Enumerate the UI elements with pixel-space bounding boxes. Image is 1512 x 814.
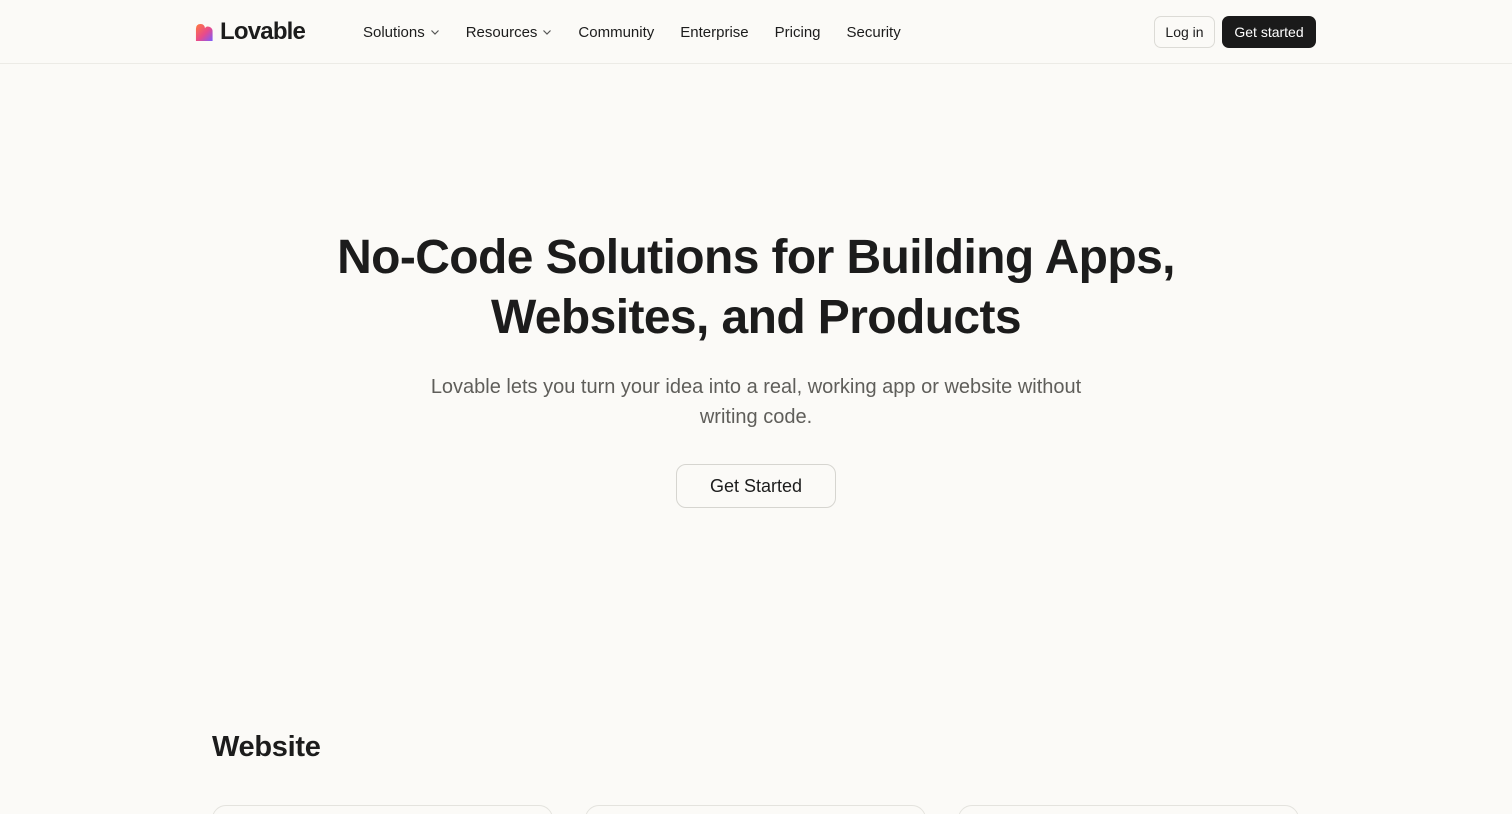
brand-name: Lovable — [220, 18, 306, 45]
nav-item-label: Pricing — [774, 23, 821, 41]
section-title-website: Website — [212, 731, 321, 763]
nav-item-enterprise[interactable]: Enterprise — [680, 24, 748, 41]
nav-item-community[interactable]: Community — [578, 24, 654, 41]
hero-title: No-Code Solutions for Building Apps, Web… — [300, 228, 1212, 348]
website-card[interactable] — [212, 805, 553, 814]
website-card[interactable] — [958, 805, 1299, 814]
hero-subtitle-line: writing code. — [699, 406, 813, 428]
hero-title-line: Websites, and Products — [490, 291, 1022, 344]
nav-item-label: Resources — [465, 23, 538, 41]
heart-gradient-icon — [195, 23, 213, 41]
get-started-nav-button[interactable]: Get started — [1222, 16, 1316, 48]
get-started-hero-button[interactable]: Get Started — [676, 464, 836, 508]
login-button[interactable]: Log in — [1154, 16, 1215, 48]
nav-item-label: Solutions — [363, 23, 425, 41]
nav-item-security[interactable]: Security — [847, 24, 901, 41]
nav-item-pricing[interactable]: Pricing — [775, 24, 821, 41]
nav-item-label: Community — [578, 23, 655, 41]
hero-subtitle-line: Lovable lets you turn your idea into a r… — [430, 376, 1082, 398]
hero-title-line: No-Code Solutions for Building Apps, — [337, 231, 1175, 284]
logo-link[interactable]: Lovable — [195, 17, 306, 47]
website-card[interactable] — [585, 805, 926, 814]
hero-subtitle: Lovable lets you turn your idea into a r… — [406, 372, 1106, 432]
nav-item-label: Enterprise — [680, 23, 749, 41]
nav-item-label: Security — [846, 23, 901, 41]
nav-item-resources[interactable]: Resources — [466, 24, 553, 41]
main-nav: Solutions Resources Community Enterprise… — [363, 20, 901, 44]
chevron-down-icon — [430, 30, 439, 35]
top-nav: Lovable Solutions Resources Community En… — [0, 0, 1512, 64]
chevron-down-icon — [543, 30, 552, 35]
nav-item-solutions[interactable]: Solutions — [363, 24, 440, 41]
